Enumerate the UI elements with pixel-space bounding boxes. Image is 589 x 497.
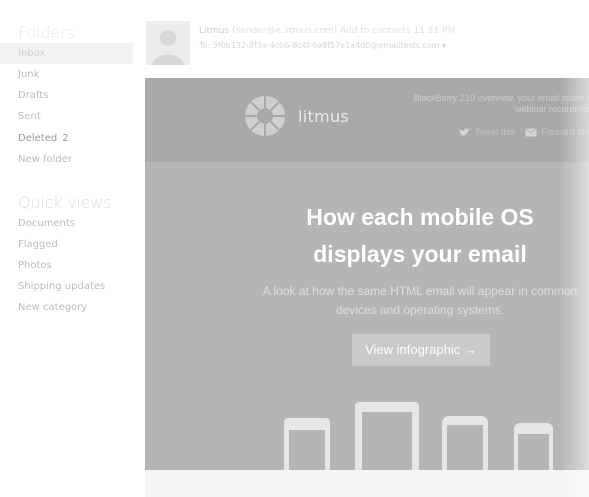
sender-avatar[interactable]: [146, 21, 190, 65]
quick-view-shipping-updates[interactable]: Shipping updates: [0, 276, 133, 297]
tweet-link[interactable]: Tweet this: [459, 127, 515, 137]
phone-device-icon: [514, 423, 553, 470]
phone-device-icon: [442, 416, 488, 470]
email-subheadline: A look at how the same HTML email will a…: [262, 284, 578, 317]
quick-view-label: Shipping updates: [18, 281, 106, 292]
preheader-text: BlackBerry Z10 overview, your email inbo…: [413, 93, 589, 114]
twitter-icon: [459, 127, 471, 136]
folder-label: New folder: [18, 154, 73, 165]
email-banner: litmus BlackBerry Z10 overview, your ema…: [145, 78, 589, 162]
email-headline: How each mobile OS displays your email: [306, 204, 534, 267]
email-footer-area: [145, 470, 589, 497]
new-category-link[interactable]: New category: [0, 297, 133, 318]
folder-label: Inbox: [18, 48, 46, 59]
quick-view-photos[interactable]: Photos: [0, 255, 133, 276]
folder-inbox[interactable]: Inbox: [0, 43, 133, 64]
sender-line: Litmus (sender@e.litmus.com) Add to cont…: [199, 26, 455, 36]
sender-details: (sender@e.litmus.com) Add to contacts 11…: [229, 26, 456, 36]
forward-link-label: Forward this: [541, 127, 589, 137]
quick-view-flagged[interactable]: Flagged: [0, 234, 133, 255]
folder-label: Deleted: [18, 133, 58, 144]
folders-heading: Folders: [18, 23, 75, 42]
view-infographic-button[interactable]: View infographic →: [352, 334, 490, 366]
avatar-placeholder-icon: [146, 21, 190, 65]
quick-view-label: Flagged: [18, 239, 58, 250]
folder-deleted[interactable]: Deleted 2: [0, 128, 133, 149]
quick-view-label: Documents: [18, 218, 76, 229]
tweet-link-label: Tweet this: [474, 127, 515, 137]
sender-name[interactable]: Litmus: [199, 26, 229, 36]
new-folder-link[interactable]: New folder: [0, 149, 133, 170]
tablet-device-icon: [355, 402, 419, 470]
folder-label: Junk: [18, 69, 40, 80]
quick-views-heading: Quick views: [18, 193, 112, 212]
quick-view-label: Photos: [18, 260, 52, 271]
folder-sent[interactable]: Sent: [0, 106, 133, 127]
quick-view-label: New category: [18, 302, 88, 313]
email-body: litmus BlackBerry Z10 overview, your ema…: [145, 78, 589, 470]
forward-icon: [525, 127, 538, 136]
litmus-logo-icon: [245, 96, 285, 136]
folder-label: Drafts: [18, 90, 49, 101]
litmus-logo-text[interactable]: litmus: [298, 107, 349, 126]
folder-junk[interactable]: Junk: [0, 64, 133, 85]
folder-pane: Folders Inbox Junk Drafts Sent Deleted 2 …: [0, 0, 133, 497]
phone-device-icon: [284, 418, 330, 470]
recipient-line[interactable]: To: 3f0b132-8f3a-4c06-8c4f-6e8f57e1a4d0@…: [199, 41, 446, 50]
quick-view-documents[interactable]: Documents: [0, 213, 133, 234]
folder-drafts[interactable]: Drafts: [0, 85, 133, 106]
forward-link[interactable]: Forward this: [525, 127, 589, 137]
unread-count-badge: 2: [62, 133, 69, 144]
folder-label: Sent: [18, 111, 41, 122]
share-links: Tweet this Forward this: [451, 127, 589, 139]
